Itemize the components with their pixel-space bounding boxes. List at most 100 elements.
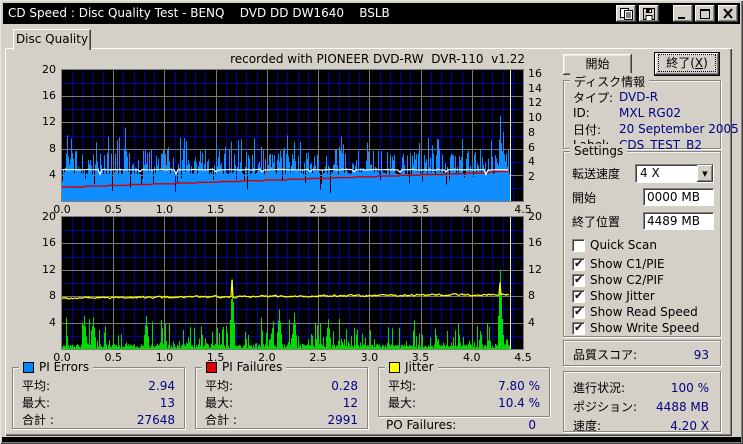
jitter-stat-value: 10.4 % (498, 395, 540, 410)
checkbox-label-quick-scan: Quick Scan (590, 238, 657, 252)
start-position-row: 開始 (572, 188, 714, 206)
disc-info-value: CDS_TEST_B2 (619, 138, 702, 152)
checkbox-box-show-read-speed[interactable] (572, 305, 585, 319)
disc-info-label: ID: (573, 106, 590, 120)
copy-button[interactable] (616, 5, 636, 22)
checkbox-box-quick-scan[interactable] (572, 238, 585, 252)
checkbox-box-show-write-speed[interactable] (572, 321, 585, 335)
start-position-label: 開始 (572, 190, 597, 205)
checkbox-quick-scan[interactable]: Quick Scan (572, 237, 714, 253)
disc-info-title: ディスク情報 (570, 73, 650, 90)
pi-errors-stat-rows: 平均: 2.94 最大: 13 合計 : 27648 (22, 377, 175, 428)
checkbox-show-read-speed[interactable]: Show Read Speed (572, 304, 714, 320)
minimize-icon (678, 16, 685, 19)
checkbox-show-write-speed[interactable]: Show Write Speed (572, 320, 714, 336)
pi-errors-stat-value: 2.94 (148, 378, 175, 393)
progress-value: 4.20 X (670, 418, 709, 433)
window-title: CD Speed : Disc Quality Test - BENQ DVD … (8, 6, 390, 20)
app-window: CD Speed : Disc Quality Test - BENQ DVD … (0, 0, 743, 444)
checkbox-show-jitter[interactable]: Show Jitter (572, 288, 714, 304)
quality-score-value: 93 (693, 347, 709, 362)
jitter-stat-row: 最大: 10.4 % (388, 394, 540, 411)
start-position-input[interactable] (643, 188, 714, 206)
disc-info-groupbox: ディスク情報 タイプ: DVD-R ID: MXL RG02 日付: 20 Septemb… (563, 73, 739, 152)
checkbox-list: Quick Scan Show C1/PIE Show C2/PIF Show Jit… (572, 237, 714, 336)
save-button[interactable] (639, 5, 659, 22)
progress-value: 4488 MB (656, 399, 709, 414)
pi-errors-swatch (23, 361, 34, 373)
jitter-legend: Jitter (385, 360, 438, 374)
pi-failures-stat-row: 合計 : 2991 (205, 411, 358, 428)
quality-score-groupbox: 品質スコア: 93 (563, 340, 721, 366)
pi-failures-stat-row: 最大: 12 (205, 394, 358, 411)
pi-errors-stat-value: 13 (159, 395, 175, 410)
settings-title: Settings (570, 144, 628, 158)
pi-errors-stats-groupbox: PI Errors 平均: 2.94 最大: 13 合計 : 27648 (12, 360, 185, 429)
progress-value: 100 % (670, 380, 709, 395)
minimize-button[interactable] (673, 5, 693, 22)
checkbox-box-show-c1-pie[interactable] (572, 257, 585, 271)
checkbox-box-show-c2-pif[interactable] (572, 273, 585, 287)
progress-row: ポジション: 4488 MB (573, 397, 709, 416)
pi-errors-legend: PI Errors (19, 360, 94, 374)
checkbox-label-show-jitter: Show Jitter (590, 289, 655, 303)
checkbox-show-c2-pif[interactable]: Show C2/PIF (572, 272, 714, 288)
progress-groupbox: 進行状況: 100 % ポジション: 4488 MB 速度: 4.20 X (563, 371, 721, 435)
window-bottom-edge (2, 437, 741, 442)
jitter-stats-groupbox: Jitter 平均: 7.80 % 最大: 10.4 % (378, 360, 550, 417)
copy-icon (619, 7, 633, 20)
pi-failures-stat-label: 合計 : (205, 413, 237, 427)
close-button[interactable] (718, 5, 738, 22)
disc-info-row: ID: MXL RG02 (573, 105, 711, 121)
jitter-swatch (389, 361, 400, 373)
pi-errors-chart-plot (62, 70, 523, 201)
pi-failures-stats-groupbox: PI Failures 平均: 0.28 最大: 12 合計 : 2991 (195, 360, 368, 429)
checkbox-label-show-c2-pif: Show C2/PIF (590, 273, 664, 287)
recorded-with-note: recorded with PIONEER DVD-RW DVR-110 v1.… (230, 52, 525, 66)
po-failures-value: 0 (528, 418, 536, 432)
pi-failures-jitter-chart (61, 216, 524, 350)
disc-info-value: MXL RG02 (619, 106, 681, 120)
pi-errors-stat-row: 合計 : 27648 (22, 411, 175, 428)
checkbox-show-c1-pie[interactable]: Show C1/PIE (572, 256, 714, 272)
end-position-label: 終了位置 (572, 214, 621, 229)
pi-errors-stat-value: 27648 (136, 412, 175, 427)
end-position-input[interactable] (643, 212, 714, 230)
disc-info-value: DVD-R (619, 90, 659, 104)
tab-disc-quality[interactable]: Disc Quality (13, 29, 91, 50)
pi-failures-stat-label: 最大: (205, 396, 234, 410)
start-button[interactable]: 開始 (563, 54, 632, 75)
exit-button[interactable]: 終了(X) (654, 52, 720, 76)
checkbox-label-show-read-speed: Show Read Speed (590, 305, 698, 319)
pi-errors-stat-row: 最大: 13 (22, 394, 175, 411)
tab-label: Disc Quality (15, 32, 89, 46)
close-icon (723, 8, 733, 19)
exit-button-label: 終了(X) (658, 54, 716, 72)
pi-errors-stat-label: 合計 : (22, 413, 54, 427)
maximize-icon (700, 8, 710, 19)
transfer-speed-label: 転送速度 (572, 167, 621, 181)
pi-failures-swatch (206, 361, 217, 373)
maximize-button[interactable] (695, 5, 715, 22)
progress-row: 速度: 4.20 X (573, 416, 709, 435)
po-failures-row: PO Failures: 0 (386, 418, 536, 432)
disc-info-label: 日付: (573, 122, 602, 137)
progress-row: 進行状況: 100 % (573, 378, 709, 397)
pi-failures-stat-row: 平均: 0.28 (205, 377, 358, 394)
chevron-down-icon[interactable]: ▼ (697, 165, 713, 182)
save-icon (643, 7, 655, 20)
checkbox-label-show-c1-pie: Show C1/PIE (590, 257, 665, 271)
jitter-stat-value: 7.80 % (498, 378, 540, 393)
pi-failures-stat-rows: 平均: 0.28 最大: 12 合計 : 2991 (205, 377, 358, 428)
pi-failures-legend: PI Failures (202, 360, 287, 374)
settings-groupbox: Settings 転送速度 4 X ▼ 開始 終了位置 Quick Scan Sh… (563, 144, 721, 337)
progress-label: 速度: (573, 419, 602, 433)
pi-failures-stat-label: 平均: (205, 379, 234, 393)
po-failures-label: PO Failures: (386, 418, 457, 432)
quality-score-label: 品質スコア: (573, 348, 638, 362)
transfer-speed-select[interactable]: 4 X ▼ (635, 164, 714, 183)
checkbox-box-show-jitter[interactable] (572, 289, 585, 303)
disc-info-label: タイプ: (573, 90, 614, 105)
start-button-label: 開始 (585, 57, 610, 71)
pi-failures-legend-label: PI Failures (222, 360, 283, 374)
